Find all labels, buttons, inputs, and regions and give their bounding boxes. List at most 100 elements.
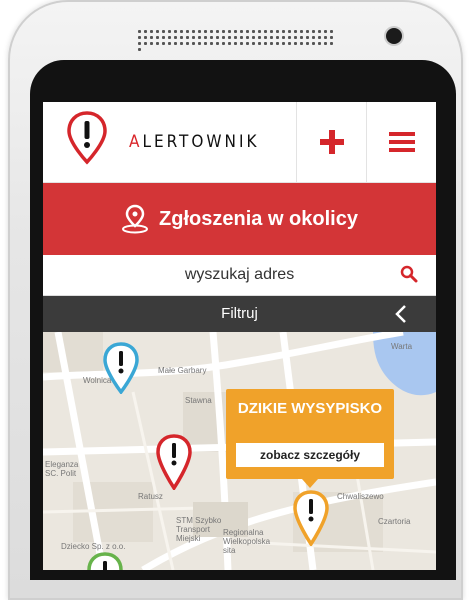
speaker-dot — [186, 30, 189, 33]
map-label: Regionalna Wielkopolska sita — [223, 528, 271, 555]
speaker-dot — [300, 36, 303, 39]
speaker-dot — [174, 30, 177, 33]
report-callout[interactable]: DZIKIE WYSYPISKO zobacz szczegóły — [226, 389, 394, 488]
speaker-dot — [192, 30, 195, 33]
speaker-dot — [174, 42, 177, 45]
speaker-dot — [186, 36, 189, 39]
speaker-dot — [330, 36, 333, 39]
speaker-dot — [198, 30, 201, 33]
map-label: Stawna — [185, 396, 212, 405]
map-pin-green[interactable] — [87, 552, 123, 570]
callout-title: DZIKIE WYSYPISKO — [237, 400, 383, 417]
speaker-dot — [306, 42, 309, 45]
speaker-dot — [222, 30, 225, 33]
speaker-dot — [294, 42, 297, 45]
callout-tail — [302, 479, 318, 488]
speaker-dot — [324, 36, 327, 39]
speaker-dot — [180, 36, 183, 39]
speaker-dot — [228, 36, 231, 39]
speaker-dot — [144, 36, 147, 39]
speaker-dot — [186, 42, 189, 45]
speaker-dot — [174, 36, 177, 39]
menu-button[interactable] — [366, 102, 436, 182]
speaker-dot — [210, 42, 213, 45]
search-icon[interactable] — [400, 265, 418, 283]
speaker-dot — [318, 30, 321, 33]
speaker-dot — [288, 42, 291, 45]
phone-speaker — [138, 30, 338, 51]
speaker-dot — [324, 42, 327, 45]
speaker-dot — [294, 30, 297, 33]
speaker-dot — [264, 30, 267, 33]
speaker-dot — [210, 36, 213, 39]
speaker-dot — [162, 30, 165, 33]
logo-pin-icon — [67, 111, 107, 165]
speaker-dot — [312, 36, 315, 39]
speaker-dot — [150, 42, 153, 45]
map-label: Małe Garbary — [158, 366, 207, 375]
speaker-dot — [330, 30, 333, 33]
map-label: Warta — [391, 342, 413, 351]
map-pin-orange[interactable] — [293, 490, 329, 546]
speaker-dot — [294, 36, 297, 39]
map-label: Dziecko Sp. z o.o. — [61, 542, 126, 551]
speaker-dot — [270, 42, 273, 45]
speaker-dot — [138, 30, 141, 33]
speaker-dot — [240, 30, 243, 33]
speaker-dot — [306, 36, 309, 39]
speaker-dot — [156, 36, 159, 39]
hamburger-menu-icon — [389, 132, 415, 152]
phone-camera — [386, 28, 402, 44]
speaker-dot — [180, 42, 183, 45]
speaker-dot — [192, 36, 195, 39]
nearby-reports-banner: Zgłoszenia w okolicy — [43, 183, 436, 255]
speaker-dot — [330, 42, 333, 45]
speaker-dot — [282, 42, 285, 45]
speaker-dot — [234, 42, 237, 45]
speaker-dot — [192, 42, 195, 45]
speaker-dot — [300, 42, 303, 45]
speaker-dot — [282, 36, 285, 39]
speaker-dot — [138, 36, 141, 39]
speaker-dot — [216, 30, 219, 33]
speaker-dot — [270, 36, 273, 39]
see-details-button[interactable]: zobacz szczegóły — [236, 443, 384, 467]
banner-title: Zgłoszenia w okolicy — [159, 207, 358, 230]
app-logo-text[interactable]: ALERTOWNIK — [129, 132, 260, 152]
speaker-dot — [198, 36, 201, 39]
speaker-dot — [150, 30, 153, 33]
speaker-dot — [252, 42, 255, 45]
speaker-dot — [204, 30, 207, 33]
chevron-left-icon[interactable] — [394, 303, 408, 325]
speaker-dot — [318, 42, 321, 45]
speaker-dot — [168, 30, 171, 33]
speaker-dot — [264, 42, 267, 45]
map-view[interactable]: Wolnica Małe Garbary Stawna Warta Ratusz… — [43, 332, 436, 570]
logo-rest: LERTOWNIK — [142, 132, 260, 152]
filter-bar[interactable]: Filtruj — [43, 296, 436, 332]
address-search-bar[interactable]: wyszukaj adres — [43, 255, 436, 296]
speaker-dot — [240, 42, 243, 45]
speaker-dot — [258, 30, 261, 33]
speaker-dot — [138, 42, 141, 45]
map-label: Eleganza SC. Polit — [45, 460, 79, 478]
map-pin-red[interactable] — [156, 434, 192, 490]
speaker-dot — [264, 36, 267, 39]
speaker-dot — [258, 36, 261, 39]
map-label: Ratusz — [138, 492, 163, 501]
add-report-button[interactable] — [296, 102, 367, 182]
search-input[interactable]: wyszukaj adres — [43, 266, 436, 284]
speaker-dot — [240, 36, 243, 39]
speaker-dot — [258, 42, 261, 45]
speaker-dot — [144, 30, 147, 33]
speaker-dot — [168, 36, 171, 39]
speaker-dot — [204, 42, 207, 45]
speaker-dot — [156, 42, 159, 45]
app-screen: ALERTOWNIK Zgłoszenia w okolicy wyszukaj… — [43, 102, 436, 570]
map-pin-blue[interactable] — [103, 342, 139, 394]
speaker-dot — [162, 42, 165, 45]
speaker-dot — [246, 30, 249, 33]
speaker-dot — [276, 30, 279, 33]
speaker-dot — [150, 36, 153, 39]
speaker-dot — [216, 36, 219, 39]
